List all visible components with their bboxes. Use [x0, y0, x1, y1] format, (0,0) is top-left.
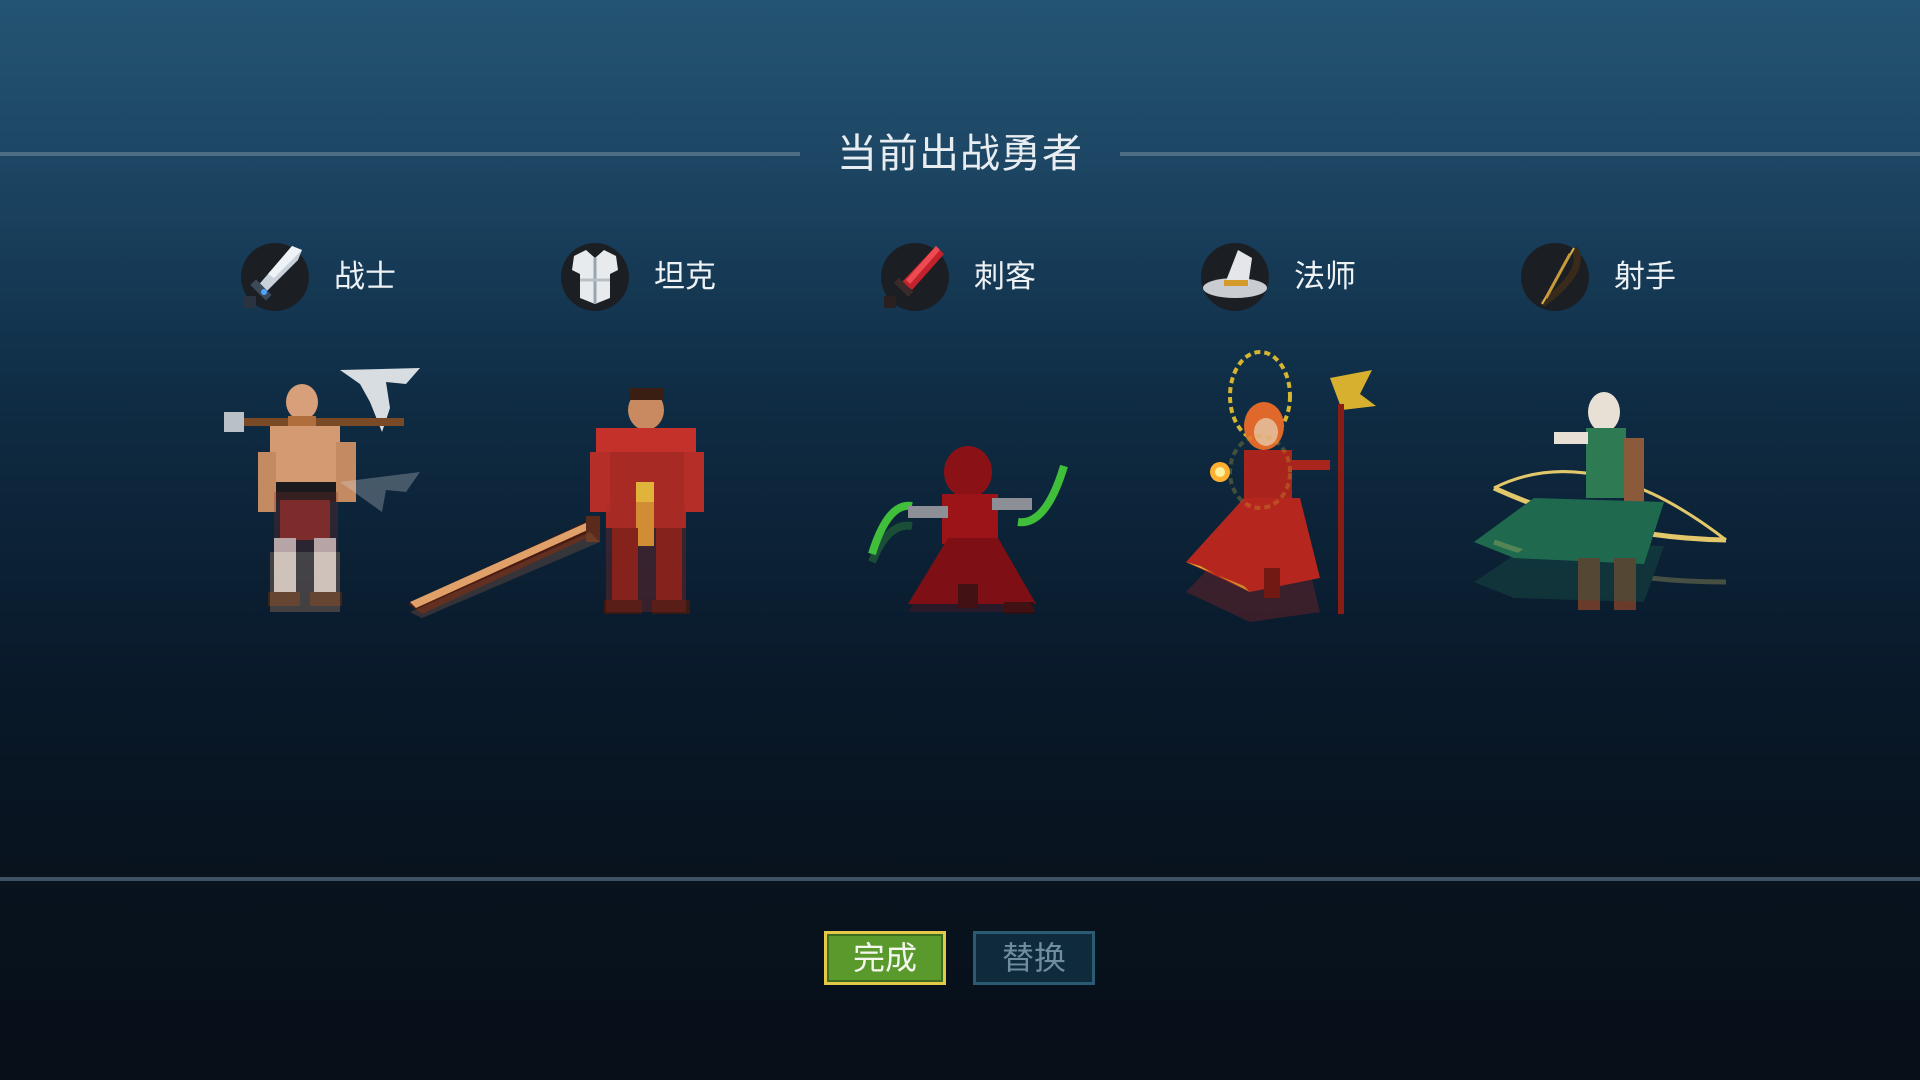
hero-warrior-reflection — [210, 442, 430, 622]
class-label-archer: 射手 — [1614, 259, 1676, 295]
replace-button[interactable]: 替换 — [973, 931, 1095, 985]
class-label-tank: 坦克 — [654, 259, 716, 295]
wizard-hat-icon — [1194, 236, 1276, 318]
page-title: 当前出战勇者 — [837, 131, 1083, 177]
hero-mage-reflection — [1180, 432, 1380, 622]
hero-archer-reflection — [1474, 472, 1734, 622]
hero-assassin-reflection — [868, 502, 1068, 622]
done-button[interactable]: 完成 — [824, 931, 946, 985]
footer-divider — [0, 877, 1920, 881]
class-tab-tank[interactable]: 坦克 — [554, 236, 794, 318]
class-tab-warrior[interactable]: 战士 — [234, 236, 474, 318]
title-line-right — [1120, 152, 1920, 156]
class-label-warrior: 战士 — [334, 259, 396, 295]
bow-icon — [1514, 236, 1596, 318]
hero-tank-reflection — [400, 462, 720, 622]
class-label-assassin: 刺客 — [974, 259, 1036, 295]
class-label-mage: 法师 — [1294, 259, 1356, 295]
class-tab-mage[interactable]: 法师 — [1194, 236, 1434, 318]
title-bar: 当前出战勇者 — [0, 126, 1920, 182]
sword-icon — [234, 236, 316, 318]
dagger-icon — [874, 236, 956, 318]
chestplate-icon — [554, 236, 636, 318]
class-tab-archer[interactable]: 射手 — [1514, 236, 1754, 318]
class-tab-assassin[interactable]: 刺客 — [874, 236, 1114, 318]
title-line-left — [0, 152, 800, 156]
